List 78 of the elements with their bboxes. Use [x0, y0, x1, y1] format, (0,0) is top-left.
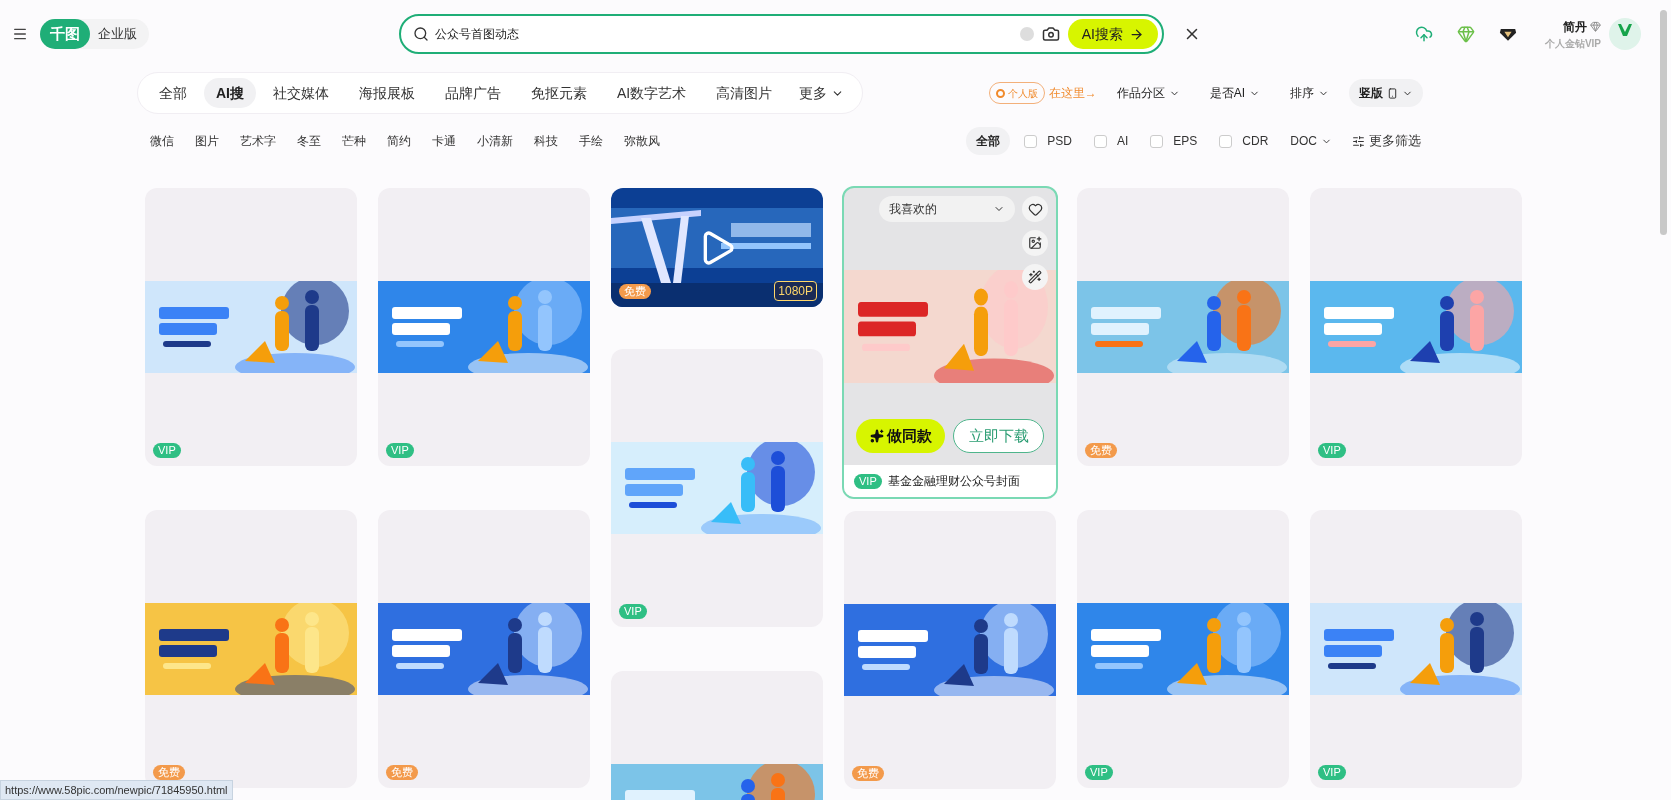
card-title: 基金金融理财公众号封面 — [887, 473, 1020, 490]
badge: 免费 — [619, 284, 651, 299]
category-tab[interactable]: 高清图片 — [703, 78, 786, 108]
checkbox-label[interactable]: EPS — [1173, 132, 1198, 150]
badge: VIP — [386, 443, 414, 458]
vip-badge-icon[interactable] — [1498, 26, 1517, 42]
badge: VIP — [619, 604, 647, 619]
camera-icon[interactable] — [1041, 25, 1060, 43]
tag-link[interactable]: 科技 — [534, 132, 558, 150]
checkbox[interactable] — [1150, 134, 1164, 148]
status-url: https://www.58pic.com/newpic/71845950.html — [0, 779, 233, 800]
favorites-dropdown[interactable]: 我喜欢的 — [879, 196, 1015, 222]
category-tab[interactable]: 品牌广告 — [432, 78, 514, 108]
upload-icon[interactable] — [1414, 25, 1433, 43]
tag-link[interactable]: 卡通 — [432, 132, 456, 150]
download-button[interactable]: 立即下载 — [953, 419, 1044, 453]
scrollbar[interactable] — [1660, 10, 1667, 235]
checkbox-label[interactable]: PSD — [1047, 132, 1072, 150]
sparkle-icon — [869, 429, 884, 443]
badge: 免费 — [1085, 443, 1117, 458]
checkbox-label[interactable]: CDR — [1242, 132, 1269, 150]
menu-icon[interactable] — [12, 26, 28, 42]
magic-wand-icon — [1028, 270, 1042, 284]
filter-icon — [1352, 134, 1365, 148]
image-add-button[interactable] — [1022, 230, 1048, 256]
membership-label: 个人金钻VIP — [1544, 36, 1601, 51]
filter-dropdown[interactable]: 作品分区 — [1106, 79, 1190, 107]
checkbox[interactable] — [1093, 134, 1107, 148]
tag-link[interactable]: 芒种 — [342, 132, 366, 150]
tag-link[interactable]: 艺术字 — [240, 132, 276, 150]
badge: VIP — [1318, 443, 1346, 458]
image-add-icon — [1028, 236, 1042, 250]
category-tab[interactable]: 社交媒体 — [260, 78, 342, 108]
heart-icon — [1027, 201, 1043, 217]
resolution-badge: 1080P — [774, 281, 817, 301]
checkbox[interactable] — [1024, 134, 1038, 148]
search-icon — [413, 26, 429, 42]
filter-dropdown[interactable]: 是否AI — [1199, 79, 1270, 107]
badge: VIP — [1318, 765, 1346, 780]
category-tab[interactable]: 免抠元素 — [518, 78, 600, 108]
gem-icon — [1590, 21, 1601, 32]
category-tab[interactable]: 全部 — [146, 78, 200, 108]
gem-icon[interactable] — [1456, 25, 1475, 43]
tag-link[interactable]: 小清新 — [477, 132, 513, 150]
more-dropdown[interactable]: 更多 — [789, 78, 855, 108]
user-name[interactable]: 简丹 — [1563, 17, 1587, 36]
badge: VIP — [153, 443, 181, 458]
format-dropdown[interactable]: DOC — [1290, 132, 1332, 150]
video-card[interactable]: 免费 1080P — [611, 188, 823, 307]
tag-link[interactable]: 微信 — [150, 132, 174, 150]
checkbox-label[interactable]: AI — [1116, 132, 1129, 150]
search-field[interactable]: 公众号首图动态 AI搜索 — [399, 14, 1164, 54]
badge: 免费 — [852, 766, 884, 781]
tag-link[interactable]: 冬至 — [297, 132, 321, 150]
magic-edit-button[interactable] — [1022, 264, 1048, 290]
avatar[interactable] — [1609, 18, 1641, 50]
badge: VIP — [1085, 765, 1113, 780]
make-similar-button[interactable]: 做同款 — [856, 419, 945, 453]
more-filters-button[interactable]: 更多筛选 — [1352, 131, 1421, 151]
format-all-button[interactable]: 全部 — [966, 127, 1011, 155]
badge: VIP — [854, 473, 882, 489]
template-card[interactable]: 我喜欢的 做同款 立即下载 VIP 基金金融理财公众号封面 — [842, 186, 1058, 499]
category-tab[interactable]: AI搜 — [204, 78, 256, 108]
ai-search-button[interactable]: AI搜索 — [1067, 19, 1158, 49]
tag-link[interactable]: 手绘 — [579, 132, 603, 150]
badge: 免费 — [386, 765, 418, 780]
badge: 免费 — [153, 765, 185, 780]
category-tab[interactable]: AI数字艺术 — [604, 78, 700, 108]
portrait-icon — [1387, 87, 1398, 99]
category-tab[interactable]: 海报展板 — [346, 78, 428, 108]
favorite-button[interactable] — [1022, 196, 1048, 222]
tag-link[interactable]: 简约 — [387, 132, 411, 150]
filter-dropdown[interactable]: 排序 — [1280, 79, 1339, 107]
checkbox[interactable] — [1219, 134, 1233, 148]
tag-link[interactable]: 弥散风 — [624, 132, 660, 150]
tag-link[interactable]: 图片 — [195, 132, 219, 150]
filter-dropdown[interactable]: 竖版 — [1349, 79, 1423, 107]
edition-label[interactable]: 企业版 — [98, 24, 137, 44]
